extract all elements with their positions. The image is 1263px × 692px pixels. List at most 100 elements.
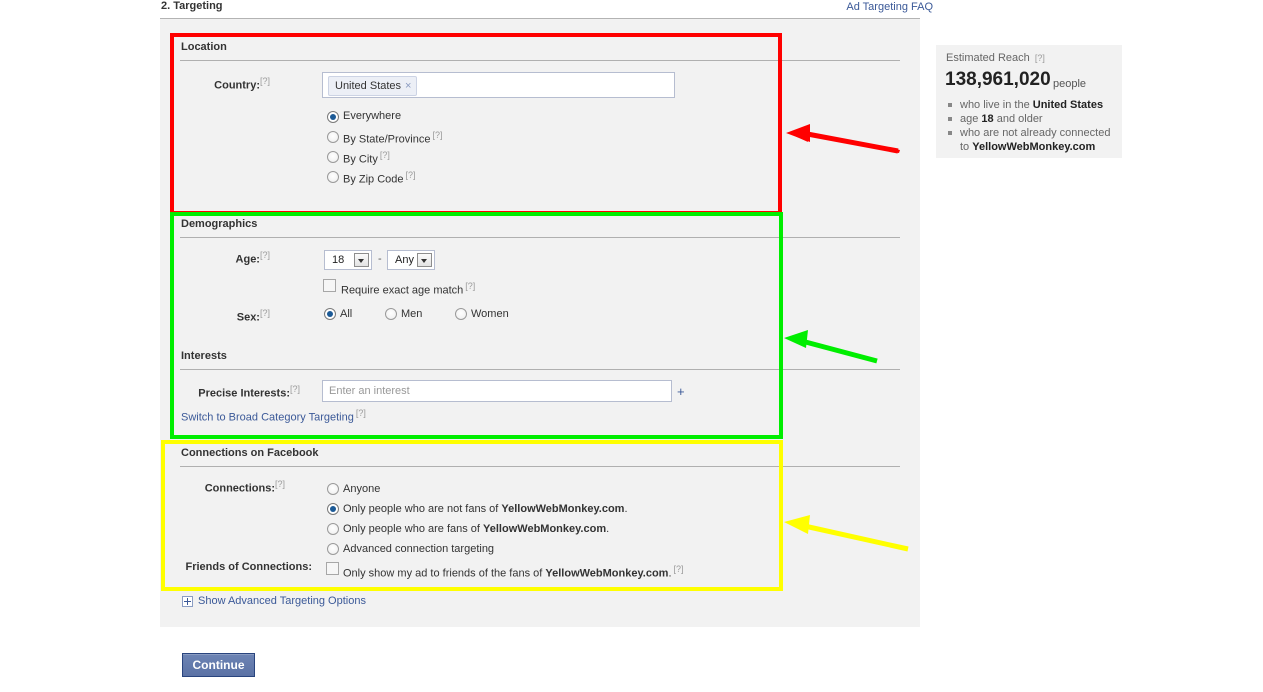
radio-connections-anyone[interactable]: [327, 483, 339, 495]
by-zip-code-help-icon[interactable]: [?]: [406, 170, 416, 180]
country-help-icon[interactable]: [?]: [260, 76, 270, 86]
sex-label-text: Sex:: [236, 311, 260, 324]
country-label: Country:[?]: [170, 76, 270, 92]
label-not-fans-tail: .: [624, 503, 628, 515]
label-friends-pre: Only show my ad to friends of the fans o…: [343, 567, 546, 580]
label-everywhere[interactable]: Everywhere: [343, 110, 401, 122]
estimated-reach-criteria-list: who live in the United States age 18 and…: [948, 98, 1118, 154]
country-token: United States ×: [328, 76, 418, 96]
radio-connections-fans[interactable]: [327, 523, 339, 535]
location-divider: [180, 60, 900, 61]
radio-sex-women[interactable]: [455, 308, 467, 320]
label-connections-advanced[interactable]: Advanced connection targeting: [343, 543, 494, 555]
estimated-reach-unit: people: [1053, 78, 1087, 90]
label-fans-tail: .: [606, 523, 610, 535]
label-fans-brand: YellowWebMonkey.com: [483, 523, 607, 535]
switch-broad-category-link[interactable]: Switch to Broad Category Targeting [?]: [181, 408, 366, 424]
estimated-reach-panel: Estimated Reach [?] 138,961,020 people w…: [936, 45, 1122, 158]
connections-help-icon[interactable]: [?]: [275, 479, 285, 489]
targeting-panel: [160, 19, 920, 627]
label-sex-women[interactable]: Women: [471, 308, 509, 320]
by-city-help-icon[interactable]: [?]: [380, 150, 390, 160]
label-require-exact-age-text: Require exact age match: [341, 284, 464, 297]
radio-everywhere[interactable]: [327, 111, 339, 123]
label-fans-pre: Only people who are fans of: [343, 523, 484, 535]
require-exact-age-help-icon[interactable]: [?]: [465, 281, 475, 291]
friends-of-connections-help-icon[interactable]: [?]: [674, 564, 684, 574]
switch-broad-category-text: Switch to Broad Category Targeting: [181, 411, 354, 424]
label-sex-all[interactable]: All: [340, 308, 352, 320]
demographics-divider: [180, 237, 900, 238]
label-by-zip-code-text: By Zip Code: [343, 173, 404, 186]
age-label-text: Age:: [235, 253, 260, 266]
label-friends-brand: YellowWebMonkey.com: [545, 567, 669, 580]
sex-label: Sex:[?]: [200, 308, 270, 324]
label-connections-anyone[interactable]: Anyone: [343, 483, 380, 495]
checkbox-require-exact-age[interactable]: [323, 279, 336, 292]
connections-label: Connections:[?]: [180, 479, 285, 495]
chevron-down-icon[interactable]: [417, 253, 432, 267]
section-heading-interests: Interests: [181, 350, 227, 362]
page-title: 2. Targeting: [161, 0, 223, 12]
add-interest-icon[interactable]: +: [677, 384, 685, 399]
connections-label-text: Connections:: [204, 482, 275, 495]
label-by-state-province[interactable]: By State/Province [?]: [343, 130, 442, 146]
precise-interests-help-icon[interactable]: [?]: [290, 384, 300, 394]
checkbox-friends-of-connections[interactable]: [326, 562, 339, 575]
label-by-city-text: By City: [343, 153, 378, 166]
label-connections-fans[interactable]: Only people who are fans of YellowWebMon…: [343, 523, 609, 535]
label-not-fans-pre: Only people who are not fans of: [343, 503, 502, 515]
age-label: Age:[?]: [200, 250, 270, 266]
broad-category-help-icon[interactable]: [?]: [356, 408, 366, 418]
age-max-select[interactable]: Any: [387, 250, 435, 270]
section-heading-demographics: Demographics: [181, 218, 258, 230]
sex-help-icon[interactable]: [?]: [260, 308, 270, 318]
country-token-remove-icon[interactable]: ×: [405, 80, 411, 92]
list-item: who live in the United States: [948, 98, 1118, 112]
label-by-state-province-text: By State/Province: [343, 133, 431, 146]
radio-by-state-province[interactable]: [327, 131, 339, 143]
label-friends-of-connections[interactable]: Only show my ad to friends of the fans o…: [343, 564, 684, 580]
age-max-value: Any: [395, 254, 414, 266]
radio-connections-advanced[interactable]: [327, 543, 339, 555]
country-input-field[interactable]: United States ×: [322, 72, 675, 98]
label-not-fans-brand: YellowWebMonkey.com: [501, 503, 625, 515]
show-advanced-targeting-link[interactable]: Show Advanced Targeting Options: [198, 595, 366, 607]
radio-sex-men[interactable]: [385, 308, 397, 320]
precise-interests-label-text: Precise Interests:: [198, 387, 290, 400]
age-min-value: 18: [332, 254, 345, 266]
label-by-zip-code[interactable]: By Zip Code [?]: [343, 170, 416, 186]
chevron-down-icon[interactable]: [354, 253, 369, 267]
ad-targeting-faq-link[interactable]: Ad Targeting FAQ: [846, 1, 933, 13]
precise-interests-label: Precise Interests:[?]: [170, 384, 300, 400]
list-item: age 18 and older: [948, 112, 1118, 126]
label-by-city[interactable]: By City [?]: [343, 150, 390, 166]
label-friends-tail: .: [668, 567, 672, 580]
radio-connections-not-fans[interactable]: [327, 503, 339, 515]
label-connections-not-fans[interactable]: Only people who are not fans of YellowWe…: [343, 503, 628, 515]
section-heading-connections: Connections on Facebook: [181, 447, 319, 459]
list-item: who are not already connected to YellowW…: [948, 126, 1118, 154]
label-sex-men[interactable]: Men: [401, 308, 422, 320]
friends-of-connections-label: Friends of Connections:: [185, 561, 313, 573]
precise-interests-input[interactable]: [322, 380, 672, 402]
estimated-reach-number: 138,961,020: [945, 69, 1051, 90]
radio-sex-all[interactable]: [324, 308, 336, 320]
continue-button[interactable]: Continue: [182, 653, 255, 677]
radio-by-zip-code[interactable]: [327, 171, 339, 183]
age-range-separator: -: [378, 253, 382, 265]
label-require-exact-age[interactable]: Require exact age match [?]: [341, 281, 475, 297]
estimated-reach-title-text: Estimated Reach: [946, 52, 1030, 64]
radio-by-city[interactable]: [327, 151, 339, 163]
age-help-icon[interactable]: [?]: [260, 250, 270, 260]
screenshot-root: 2. Targeting Ad Targeting FAQ Location C…: [0, 0, 1263, 692]
estimated-reach-help-icon[interactable]: [?]: [1035, 53, 1045, 63]
country-token-label: United States: [335, 80, 402, 92]
section-heading-location: Location: [181, 41, 227, 53]
connections-divider: [180, 466, 900, 467]
estimated-reach-title: Estimated Reach [?]: [946, 52, 1045, 64]
interests-divider: [180, 369, 900, 370]
expand-plus-icon[interactable]: [182, 596, 193, 607]
by-state-province-help-icon[interactable]: [?]: [432, 130, 442, 140]
age-min-select[interactable]: 18: [324, 250, 372, 270]
